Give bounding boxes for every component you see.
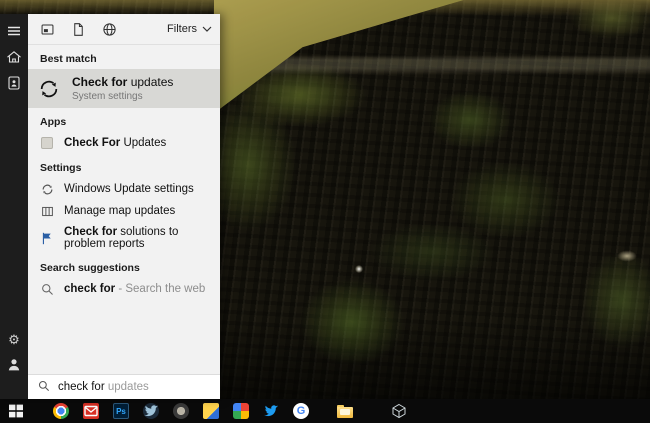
taskbar: Ps G (0, 399, 650, 423)
search-icon (40, 282, 54, 296)
mail-icon[interactable] (83, 403, 99, 419)
filters-dropdown[interactable]: Filters (167, 23, 212, 35)
flag-icon (40, 231, 54, 245)
bird-app-icon[interactable] (143, 403, 159, 419)
setting-label: Check for solutions to problem reports (64, 226, 179, 250)
feedback-icon[interactable] (6, 357, 22, 373)
search-input[interactable]: check for updates (28, 374, 220, 399)
settings-header: Settings (40, 162, 82, 174)
round-app-icon[interactable] (173, 403, 189, 419)
menu-icon[interactable] (6, 23, 22, 39)
setting-label: Windows Update settings (64, 183, 194, 195)
best-match-header: Best match (40, 53, 97, 65)
search-query: check for updates (58, 381, 149, 393)
start-button[interactable] (8, 403, 24, 419)
filters-label: Filters (167, 23, 197, 35)
apps-header: Apps (40, 116, 67, 128)
web-filter-icon[interactable] (102, 22, 117, 37)
setting-check-solutions[interactable]: Check for solutions to problem reports (28, 222, 220, 254)
setting-label: Manage map updates (64, 205, 176, 217)
twitter-icon[interactable] (263, 403, 279, 419)
chevron-down-icon (202, 26, 212, 32)
best-match-result[interactable]: Check for updates System settings (28, 69, 220, 108)
search-results-panel: Filters Best match Check for updates Sys… (28, 14, 220, 399)
setting-windows-update[interactable]: Windows Update settings (28, 178, 220, 200)
photoshop-icon[interactable]: Ps (113, 403, 129, 419)
docs-app-icon[interactable] (203, 403, 219, 419)
app-icon (40, 136, 54, 150)
home-icon[interactable] (6, 49, 22, 65)
app-result-check-for-updates[interactable]: Check For Updates (28, 132, 220, 154)
google-icon[interactable]: G (293, 403, 309, 419)
sync-icon (40, 80, 58, 97)
app-result-label: Check For Updates (64, 137, 167, 149)
search-flyout: ⚙ Filters Best match Check for updates S… (0, 14, 220, 399)
notebook-icon[interactable] (6, 75, 22, 91)
photos-app-icon[interactable] (233, 403, 249, 419)
file-explorer-icon[interactable] (337, 403, 353, 419)
search-suggestions-header: Search suggestions (40, 262, 140, 274)
apps-filter-icon[interactable] (40, 22, 55, 37)
setting-manage-map-updates[interactable]: Manage map updates (28, 200, 220, 222)
suggestion-check-for[interactable]: check for - Search the web (28, 278, 220, 300)
settings-gear-icon[interactable]: ⚙ (6, 331, 22, 347)
best-match-title: Check for updates (72, 75, 174, 89)
documents-filter-icon[interactable] (71, 22, 86, 37)
windows-desktop: Ps G ⚙ Filters Best match Check for upda… (0, 0, 650, 423)
sync-icon (40, 182, 54, 196)
chrome-icon[interactable] (53, 403, 69, 419)
search-icon (38, 380, 50, 395)
suggestion-label: check for - Search the web (64, 283, 206, 295)
best-match-subtitle: System settings (72, 91, 143, 102)
map-icon (40, 204, 54, 218)
cube-app-icon[interactable] (391, 403, 407, 419)
search-rail: ⚙ (0, 14, 28, 399)
filter-topbar: Filters (28, 14, 220, 45)
